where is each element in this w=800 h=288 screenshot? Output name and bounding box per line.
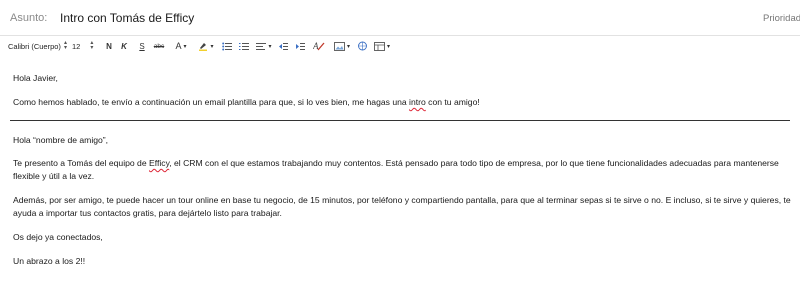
underline-button[interactable]: S	[136, 36, 148, 56]
intro-text-end: con tu amigo!	[425, 97, 480, 107]
bullet-list-icon	[222, 42, 232, 50]
numbered-list-icon	[239, 42, 249, 50]
numbered-list-button[interactable]	[238, 36, 250, 56]
horizontal-rule	[10, 120, 790, 121]
paragraph-text: , el CRM con el que estamos trabajando m…	[169, 158, 779, 168]
font-size-select[interactable]: 12 ▴ ▾	[72, 36, 93, 56]
formatting-toolbar: Calibri (Cuerpo) ▴ ▾ 12 ▴ ▾ N K S abc A ▾ …	[0, 36, 800, 56]
link-button[interactable]	[356, 36, 368, 56]
chevron-down-icon: ▾	[386, 43, 390, 50]
clear-format-icon: A	[313, 41, 325, 51]
paragraph-text: Te presento a Tomás del equipo de	[13, 158, 150, 168]
strikethrough-button[interactable]: abc	[152, 36, 166, 56]
chevron-down-icon: ▾	[268, 43, 272, 50]
font-color-button[interactable]: A ▾	[172, 36, 190, 56]
highlight-button[interactable]: ▾	[197, 36, 215, 56]
chevron-down-icon: ▾	[210, 43, 214, 50]
align-left-icon	[256, 42, 267, 50]
highlight-icon	[199, 43, 208, 51]
font-color-icon: A	[175, 41, 182, 51]
spellcheck-word: Efficy	[149, 158, 170, 168]
greeting: Hola Javier,	[13, 73, 58, 83]
template-paragraph-1-line-2: flexible y útil a la vez.	[13, 171, 95, 181]
template-paragraph-2-line-2: ayuda a importar tus contactos gratis, p…	[13, 208, 282, 218]
font-size-stepper-icon: ▴ ▾	[90, 40, 94, 51]
chevron-down-icon: ▾	[183, 43, 187, 50]
intro-paragraph: Como hemos hablado, te envío a continuac…	[13, 96, 793, 109]
subject-label: Asunto:	[10, 12, 48, 24]
template-greeting: Hola “nombre de amigo”,	[13, 135, 109, 145]
closing-line: Un abrazo a los 2!!	[13, 256, 86, 266]
link-icon	[357, 41, 367, 51]
template-paragraph-3: Os dejo ya conectados,	[13, 232, 103, 242]
clear-format-button[interactable]: A	[312, 36, 326, 56]
align-button[interactable]: ▾	[255, 36, 273, 56]
spellcheck-word: intro	[409, 97, 426, 107]
font-size-value: 12	[72, 41, 81, 51]
decrease-indent-icon	[279, 42, 288, 50]
template-paragraph-1: Te presento a Tomás del equipo de Efficy…	[13, 157, 793, 170]
priority-menu[interactable]: Prioridad	[763, 13, 800, 24]
italic-button[interactable]: K	[118, 36, 130, 56]
table-icon	[374, 41, 385, 51]
intro-text: Como hemos hablado, te envío a continuac…	[13, 97, 410, 107]
font-family-value: Calibri (Cuerpo)	[8, 41, 61, 51]
decrease-indent-button[interactable]	[277, 36, 289, 56]
template-paragraph-2: Además, por ser amigo, te puede hacer un…	[13, 195, 791, 205]
more-options-button[interactable]: ▾	[372, 36, 392, 56]
font-family-select[interactable]: Calibri (Cuerpo) ▴ ▾	[8, 36, 67, 56]
subject-input[interactable]: Intro con Tomás de Efficy	[60, 11, 194, 25]
increase-indent-icon	[296, 42, 305, 50]
chevron-down-icon: ▾	[346, 43, 350, 50]
picture-button[interactable]: ▾	[332, 36, 352, 56]
picture-icon	[334, 41, 345, 51]
font-family-stepper-icon: ▴ ▾	[63, 40, 67, 51]
subject-row: Asunto: Intro con Tomás de Efficy Priori…	[0, 0, 800, 36]
bullet-list-button[interactable]	[221, 36, 233, 56]
increase-indent-button[interactable]	[294, 36, 306, 56]
bold-button[interactable]: N	[103, 36, 115, 56]
